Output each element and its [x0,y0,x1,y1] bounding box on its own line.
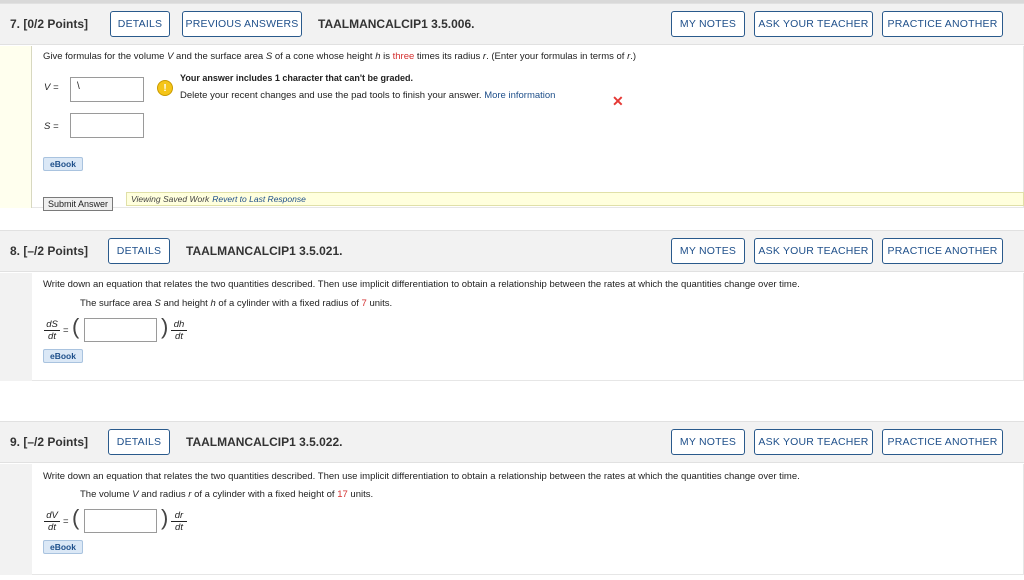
q7-v-input[interactable]: \ [70,77,144,102]
q7-details-button[interactable]: DETAILS [110,11,170,37]
q9-number-points: 9. [–/2 Points] [10,435,89,449]
q7-warning-title: Your answer includes 1 character that ca… [180,73,414,83]
q8-left-paren: ( [72,314,80,339]
q9-status-bar [0,464,32,575]
q8-rhs-fraction: dh dt [171,319,187,342]
close-icon[interactable]: ✕ [612,93,624,110]
q8-ask-teacher-button[interactable]: ASK YOUR TEACHER [754,238,873,264]
revert-link[interactable]: Revert to Last Response [212,194,306,204]
warning-icon: ! [157,80,173,96]
q7-prompt: Give formulas for the volume V and the s… [43,51,637,62]
q9-details-button[interactable]: DETAILS [108,429,170,455]
q7-submit-button[interactable]: Submit Answer [43,197,114,211]
q7-ask-teacher-button[interactable]: ASK YOUR TEACHER [754,11,873,37]
q9-subprompt: The volume V and radius r of a cylinder … [80,489,374,500]
q7-warning-body: Delete your recent changes and use the p… [180,90,556,101]
q9-answer-input[interactable] [84,509,157,533]
q8-header: 8. [–/2 Points] DETAILS TAALMANCALCIP1 3… [0,230,1024,272]
q9-ask-teacher-button[interactable]: ASK YOUR TEACHER [754,429,873,455]
q9-left-paren: ( [72,505,80,530]
q7-my-notes-button[interactable]: MY NOTES [671,11,745,37]
q8-answer-input[interactable] [84,318,157,342]
q8-right-paren: ) [161,314,169,339]
q7-header: 7. [0/2 Points] DETAILS PREVIOUS ANSWERS… [0,3,1024,45]
q7-body [32,46,1024,208]
q7-saved-work-bar: Viewing Saved Work Revert to Last Respons… [126,192,1024,206]
q8-my-notes-button[interactable]: MY NOTES [671,238,745,264]
q9-my-notes-button[interactable]: MY NOTES [671,429,745,455]
q7-s-label: S = [44,121,59,132]
q9-right-paren: ) [161,505,169,530]
q8-number-points: 8. [–/2 Points] [10,244,89,258]
q9-practice-another-button[interactable]: PRACTICE ANOTHER [882,429,1003,455]
more-information-link[interactable]: More information [484,90,555,101]
q9-ebook-button[interactable]: eBook [43,540,83,554]
q9-header: 9. [–/2 Points] DETAILS TAALMANCALCIP1 3… [0,421,1024,463]
q9-equals: = [63,516,69,527]
q7-question-id: TAALMANCALCIP1 3.5.006. [318,17,475,31]
q8-subprompt: The surface area S and height h of a cyl… [80,298,393,309]
q9-rhs-fraction: dr dt [171,510,187,533]
q9-question-id: TAALMANCALCIP1 3.5.022. [186,435,343,449]
q7-ebook-button[interactable]: eBook [43,157,83,171]
q8-practice-another-button[interactable]: PRACTICE ANOTHER [882,238,1003,264]
q8-equals: = [63,325,69,336]
q8-question-id: TAALMANCALCIP1 3.5.021. [186,244,343,258]
q8-lhs-fraction: dS dt [44,319,60,342]
q7-number-points: 7. [0/2 Points] [10,17,89,31]
q7-previous-answers-button[interactable]: PREVIOUS ANSWERS [182,11,302,37]
q7-v-label: V = [44,82,59,93]
q7-s-input[interactable] [70,113,144,138]
q8-status-bar [0,273,32,381]
q9-prompt: Write down an equation that relates the … [43,471,800,482]
q9-lhs-fraction: dV dt [44,510,60,533]
q8-details-button[interactable]: DETAILS [108,238,170,264]
q8-ebook-button[interactable]: eBook [43,349,83,363]
q8-prompt: Write down an equation that relates the … [43,279,800,290]
q7-status-bar [0,46,32,208]
q7-practice-another-button[interactable]: PRACTICE ANOTHER [882,11,1003,37]
